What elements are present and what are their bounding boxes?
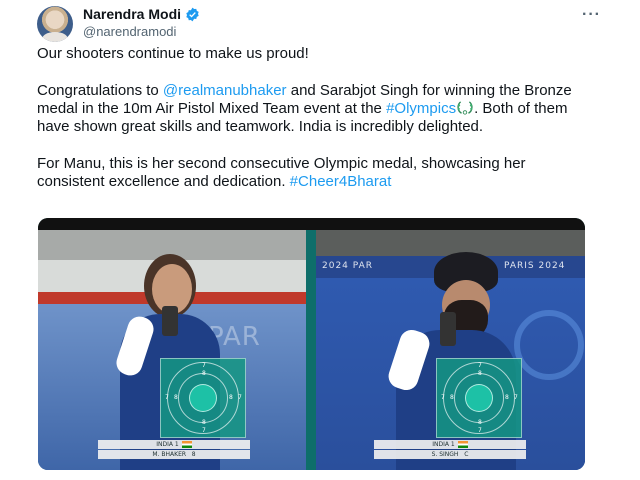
target-ring-number: 8	[174, 394, 178, 401]
score-extra: 8	[191, 451, 196, 458]
target-overlay-left: 7 8 7 8 8 7 8 7	[160, 358, 246, 438]
tweet-paragraph-2: Congratulations to @realmanubhaker and S…	[37, 82, 597, 137]
tweet-media[interactable]: PAR 7 8 7 8 8 7 8 7 INDIA 1 M. BHAKER 8 …	[38, 218, 585, 470]
avatar[interactable]	[37, 6, 73, 42]
mention-link[interactable]: @realmanubhaker	[163, 82, 287, 99]
tweet-paragraph-3: For Manu, this is her second consecutive…	[37, 155, 597, 192]
india-flag-icon	[181, 441, 192, 448]
score-name-strip-right: S. SINGH C	[374, 450, 526, 459]
score-extra: C	[464, 451, 469, 458]
laurel-wreath-icon	[457, 101, 473, 115]
tweet-text: Our shooters continue to make us proud! …	[37, 45, 597, 210]
verified-badge-icon	[186, 7, 199, 21]
target-ring-number: 7	[441, 394, 445, 401]
target-ring-number: 7	[165, 394, 169, 401]
text-segment: For Manu, this is her second consecutive…	[37, 154, 526, 191]
text-segment: Congratulations to	[37, 81, 163, 99]
target-overlay-right: 7 8 7 8 8 7 8 7	[436, 358, 522, 438]
target-ring-number: 7	[238, 394, 242, 401]
target-ring-number: 7	[514, 394, 518, 401]
score-team: INDIA 1	[156, 441, 179, 448]
target-ring-number: 7	[478, 427, 482, 434]
tweet-header: Narendra Modi @narendramodi ···	[37, 4, 600, 42]
target-ring-number: 8	[505, 394, 509, 401]
media-top-bar	[38, 218, 585, 230]
target-ring-number: 8	[478, 370, 482, 377]
banner-text-right: PARIS 2024	[504, 261, 566, 271]
target-ring-number: 8	[202, 370, 206, 377]
author-name-row: Narendra Modi	[83, 6, 200, 22]
athlete-name: M. BHAKER	[152, 451, 187, 458]
photo-divider	[306, 230, 316, 470]
target-ring-number: 7	[478, 362, 482, 369]
hashtag-olympics-link[interactable]: #Olympics	[386, 100, 456, 117]
score-team-strip-right: INDIA 1	[374, 440, 526, 449]
score-team: INDIA 1	[432, 441, 455, 448]
target-ring-number: 8	[202, 419, 206, 426]
hashtag-cheer-link[interactable]: #Cheer4Bharat	[290, 173, 392, 190]
score-name-strip-left: M. BHAKER 8	[98, 450, 250, 459]
background-crowd	[316, 230, 585, 256]
target-ring-number: 8	[450, 394, 454, 401]
tweet-paragraph-1: Our shooters continue to make us proud!	[37, 45, 309, 62]
india-flag-icon	[457, 441, 468, 448]
air-pistol	[162, 306, 178, 336]
target-ring-number: 7	[202, 427, 206, 434]
photo-manu-bhaker[interactable]: PAR 7 8 7 8 8 7 8 7 INDIA 1 M. BHAKER 8	[38, 230, 306, 470]
target-ring-number: 7	[202, 362, 206, 369]
target-ring-number: 8	[478, 419, 482, 426]
athlete-name: S. SINGH	[431, 451, 459, 458]
background-ring-graphic	[514, 310, 584, 380]
banner-text-left: 2024 PAR	[322, 261, 374, 271]
more-horizontal-icon[interactable]: ···	[582, 6, 601, 24]
target-ring-number: 8	[229, 394, 233, 401]
air-pistol	[440, 312, 456, 346]
author-display-name[interactable]: Narendra Modi	[83, 6, 181, 22]
score-team-strip-left: INDIA 1	[98, 440, 250, 449]
author-handle[interactable]: @narendramodi	[83, 24, 176, 39]
photo-sarabjot-singh[interactable]: 2024 PAR PARIS 2024 7 8 7 8 8 7 8 7 INDI…	[316, 230, 585, 470]
